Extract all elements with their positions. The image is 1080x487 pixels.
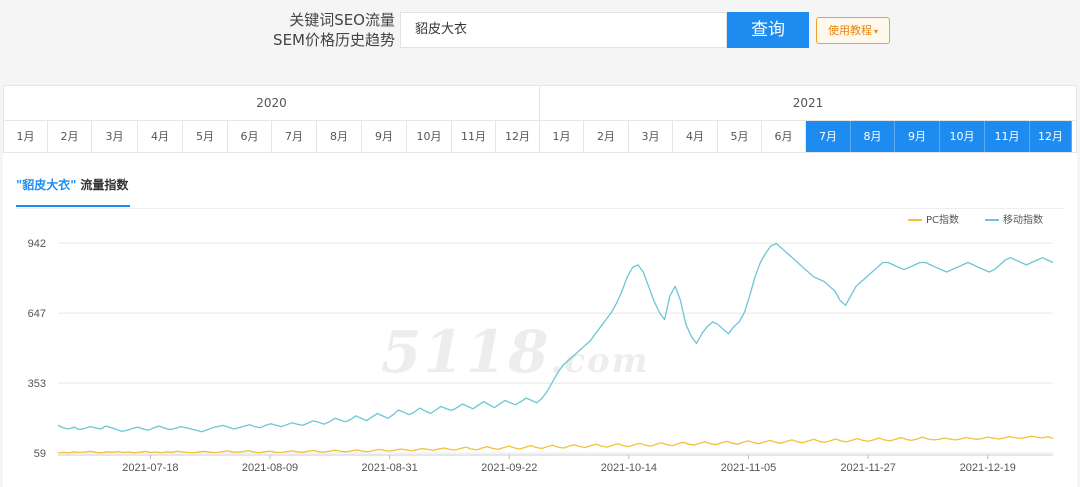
- x-tick-label: 2021-12-19: [960, 462, 1016, 474]
- search-input[interactable]: 貂皮大衣: [400, 12, 727, 48]
- month-2021-9[interactable]: 9月: [895, 121, 940, 152]
- month-2021-7[interactable]: 7月: [806, 121, 851, 152]
- month-2021-5[interactable]: 5月: [718, 121, 762, 152]
- year-row: 2020 2021: [4, 86, 1076, 121]
- caret-down-icon: ▾: [873, 27, 878, 36]
- search-button[interactable]: 查询: [727, 12, 809, 48]
- month-2020-10[interactable]: 10月: [407, 121, 452, 152]
- year-2020[interactable]: 2020: [4, 86, 540, 121]
- month-2020-4[interactable]: 4月: [138, 121, 183, 152]
- month-2020-7[interactable]: 7月: [272, 121, 317, 152]
- month-2021-10[interactable]: 10月: [940, 121, 985, 152]
- tutorial-button-label: 使用教程: [827, 24, 872, 37]
- month-2021-6[interactable]: 6月: [762, 121, 806, 152]
- x-tick-label: 2021-11-27: [840, 462, 895, 474]
- brand-line-1: 关键词SEO流量: [289, 11, 395, 29]
- month-2021-3[interactable]: 3月: [629, 121, 673, 152]
- x-tick-label: 2021-11-05: [721, 462, 776, 474]
- month-2021-12[interactable]: 12月: [1030, 121, 1072, 152]
- month-2021-1[interactable]: 1月: [540, 121, 584, 152]
- y-tick-label: 647: [28, 308, 46, 320]
- month-2020-12[interactable]: 12月: [496, 121, 540, 152]
- x-tick-label: 2021-08-31: [362, 462, 418, 474]
- year-2021[interactable]: 2021: [540, 86, 1076, 121]
- month-2020-9[interactable]: 9月: [362, 121, 407, 152]
- brand-line-2: SEM价格历史趋势: [273, 31, 395, 49]
- month-2021-8[interactable]: 8月: [851, 121, 895, 152]
- mobile-index-line[interactable]: [57, 242, 1054, 433]
- month-2020-8[interactable]: 8月: [317, 121, 362, 152]
- month-2021-2[interactable]: 2月: [584, 121, 629, 152]
- chart-panel: "貂皮大衣" 流量指数 PC指数 移动指数 5118.com 942 647 353…: [3, 153, 1077, 487]
- month-2020-1[interactable]: 1月: [4, 121, 48, 152]
- month-2021-4[interactable]: 4月: [673, 121, 718, 152]
- x-tick-label: 2021-08-09: [242, 462, 298, 474]
- month-2020-11[interactable]: 11月: [452, 121, 496, 152]
- brand-title: 关键词SEO流量 SEM价格历史趋势: [270, 10, 395, 50]
- month-row: 1月 2月 3月 4月 5月 6月 7月 8月 9月 10月 11月 12月 1月 2月 3月 4月 5月 6月 7…: [4, 121, 1076, 152]
- y-tick-label: 59: [34, 448, 46, 460]
- y-tick-label: 942: [28, 238, 46, 250]
- timeline-selector: 2020 2021 1月 2月 3月 4月 5月 6月 7月 8月 9月 10月 11月 12月 1月 2…: [3, 85, 1077, 153]
- month-2020-2[interactable]: 2月: [48, 121, 92, 152]
- month-2021-11[interactable]: 11月: [985, 121, 1030, 152]
- traffic-line-chart: 942 647 353 59 2021-07-18 2021-08-09 2021-08-3…: [28, 238, 1054, 474]
- top-search-bar: 关键词SEO流量 SEM价格历史趋势 貂皮大衣 查询 使用教程 ▾: [0, 0, 1080, 85]
- x-tick-label: 2021-09-22: [481, 462, 537, 474]
- pc-index-line[interactable]: [57, 435, 1054, 454]
- month-2020-6[interactable]: 6月: [228, 121, 272, 152]
- y-tick-label: 353: [28, 378, 46, 390]
- month-2020-3[interactable]: 3月: [92, 121, 138, 152]
- x-tick-label: 2021-10-14: [601, 462, 657, 474]
- x-tick-label: 2021-07-18: [122, 462, 178, 474]
- month-2020-5[interactable]: 5月: [183, 121, 228, 152]
- tutorial-button[interactable]: 使用教程 ▾: [816, 17, 890, 44]
